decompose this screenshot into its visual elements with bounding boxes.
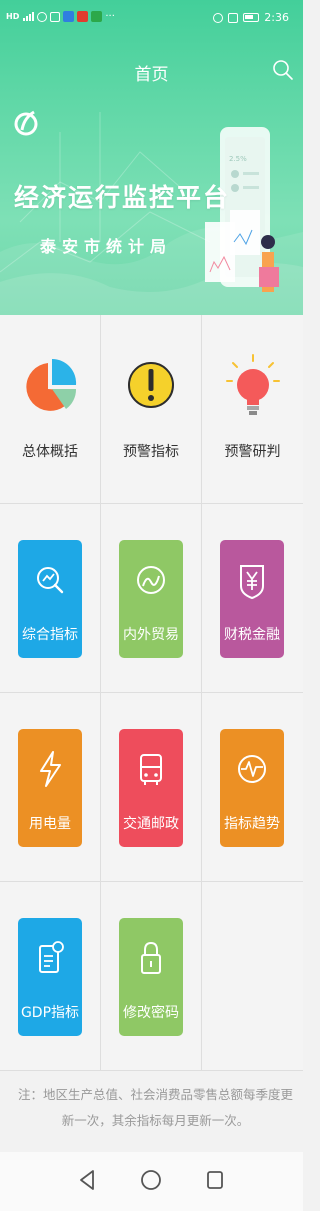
hd-signal-icon: HD: [6, 12, 20, 21]
menu-item-indicator-trends[interactable]: 指标趋势: [202, 693, 303, 882]
update-note: 注：地区生产总值、社会消费品零售总额每季度更新一次，其余指标每月更新一次。: [0, 1072, 303, 1152]
app-notify-icon: [50, 11, 61, 22]
status-right: 2:36: [213, 11, 289, 24]
status-left: HD ···: [6, 11, 115, 22]
app-a-icon: [63, 11, 75, 22]
menu-item-trade[interactable]: 内外贸易: [101, 504, 202, 693]
phone-screen-text: 2.5%: [229, 155, 247, 163]
tile: 综合指标: [18, 540, 82, 658]
menu-item-overview[interactable]: 总体概括: [0, 315, 101, 504]
recents-nav-icon[interactable]: [203, 1168, 227, 1192]
nfc-icon: [228, 12, 239, 23]
app-green-icon: [91, 11, 103, 22]
search-chart-icon: [37, 567, 64, 594]
menu-label: 总体概括: [22, 444, 78, 460]
menu-item-empty: [202, 882, 303, 1071]
page-title: 首页: [134, 65, 169, 85]
trade-icon: [137, 566, 165, 594]
menu-item-transport-postal[interactable]: 交通邮政: [101, 693, 202, 882]
warning-icon: [128, 362, 174, 408]
more-notify-icon: ···: [105, 11, 115, 22]
lightbulb-icon: [225, 354, 280, 415]
menu-item-gdp[interactable]: GDP指标: [0, 882, 101, 1071]
menu-label: 预警研判: [224, 444, 281, 460]
menu-label: 修改密码: [123, 1005, 179, 1021]
menu-label: 用电量: [29, 816, 71, 832]
menu-label: GDP指标: [20, 1005, 80, 1021]
battery-icon: [243, 13, 260, 22]
menu-item-change-password[interactable]: 修改密码: [101, 882, 202, 1071]
menu-label: 指标趋势: [224, 816, 280, 832]
banner-title: 经济运行监控平台: [14, 183, 231, 212]
back-nav-icon[interactable]: [76, 1168, 100, 1192]
menu-row-3: 用电量 交通邮政 指标趋势: [0, 693, 303, 882]
tile: GDP指标: [18, 918, 82, 1036]
status-time: 2:36: [264, 11, 289, 24]
finance-icon: [240, 565, 264, 600]
electricity-icon: [40, 751, 61, 787]
search-icon[interactable]: [271, 58, 295, 82]
system-nav-bar: [0, 1152, 303, 1211]
menu-row-1: 总体概括 预警指标 预警研判: [0, 315, 303, 504]
menu-item-warning-indicators[interactable]: 预警指标: [101, 315, 202, 504]
bus-icon: [140, 754, 162, 785]
hero-banner: HD ··· 2:36 首页 经济运行监控平台 泰安市统计局 2.5%: [0, 0, 303, 315]
app-root: HD ··· 2:36 首页 经济运行监控平台 泰安市统计局 2.5% 总体概括…: [0, 0, 303, 1211]
menu-item-finance[interactable]: 财税金融: [202, 504, 303, 693]
menu-label: 预警指标: [123, 444, 179, 460]
menu-label: 内外贸易: [123, 627, 179, 643]
trend-icon: [238, 755, 266, 783]
chat-icon: [37, 11, 48, 22]
banner-subtitle: 泰安市统计局: [40, 237, 173, 256]
menu-item-electricity[interactable]: 用电量: [0, 693, 101, 882]
pie-chart-icon: [26, 358, 77, 411]
title-bar: 首页: [0, 52, 303, 92]
lock-icon: [141, 941, 161, 974]
gdp-document-icon: [39, 941, 64, 973]
tile: 交通邮政: [119, 729, 183, 847]
menu-label: 综合指标: [22, 627, 78, 643]
menu-item-composite-indicators[interactable]: 综合指标: [0, 504, 101, 693]
tile: 修改密码: [119, 918, 183, 1036]
home-nav-icon[interactable]: [139, 1168, 163, 1192]
signal-icon: [23, 11, 35, 21]
tile: 用电量: [18, 729, 82, 847]
menu-label: 财税金融: [224, 627, 280, 643]
alarm-icon: [213, 12, 224, 23]
menu-row-4: GDP指标 修改密码: [0, 882, 303, 1071]
menu-label: 交通邮政: [123, 816, 179, 832]
menu-row-2: 综合指标 内外贸易 财税金融: [0, 504, 303, 693]
status-bar: HD ··· 2:36: [0, 0, 303, 34]
tile: 内外贸易: [119, 540, 183, 658]
tile: 财税金融: [220, 540, 284, 658]
menu-item-warning-analysis[interactable]: 预警研判: [202, 315, 303, 504]
app-red-icon: [77, 11, 89, 22]
tile: 指标趋势: [220, 729, 284, 847]
